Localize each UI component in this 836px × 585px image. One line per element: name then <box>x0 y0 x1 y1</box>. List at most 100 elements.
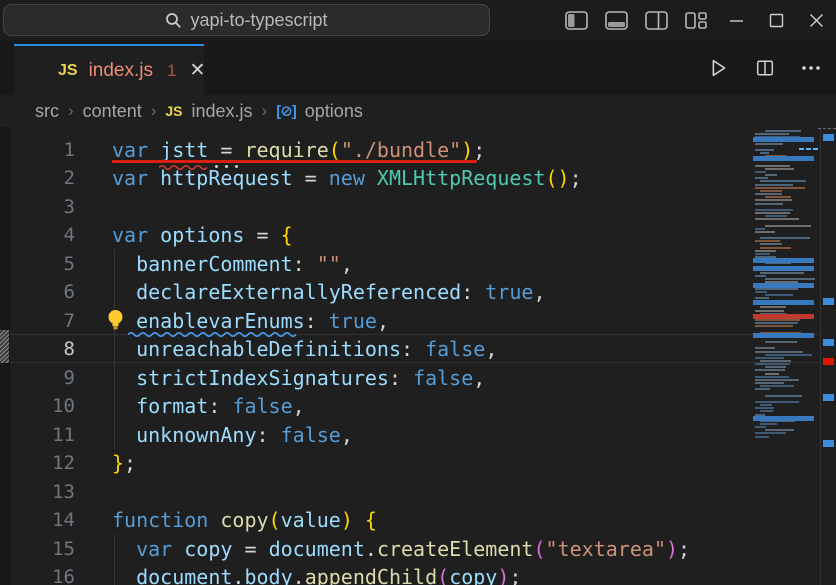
line-number[interactable]: 5 <box>0 249 75 278</box>
minimap-highlight-bar <box>753 333 814 338</box>
minimap-code-row <box>755 319 800 321</box>
toggle-primary-sidebar-icon[interactable] <box>556 0 596 41</box>
code-token: , <box>485 337 497 361</box>
line-number[interactable]: 14 <box>0 506 75 535</box>
code-token: ; <box>124 451 136 475</box>
line-number[interactable]: 7 <box>0 306 75 335</box>
code-token: bannerComment <box>136 252 293 276</box>
minimize-icon[interactable] <box>716 0 756 41</box>
minimap-code-row <box>765 196 791 198</box>
code-token: true <box>485 280 533 304</box>
more-actions-icon[interactable] <box>794 51 828 85</box>
javascript-file-icon: JS <box>165 103 182 119</box>
toggle-panel-icon[interactable] <box>596 0 636 41</box>
code-token <box>112 366 136 390</box>
minimap-code-row <box>765 168 794 170</box>
line-number[interactable]: 6 <box>0 278 75 307</box>
close-window-icon[interactable] <box>796 0 836 41</box>
chevron-right-icon: › <box>151 101 157 121</box>
tab-indexjs[interactable]: JS index.js 1 ✕ <box>14 44 204 95</box>
line-number[interactable]: 8 <box>0 335 75 364</box>
code-token <box>112 280 136 304</box>
minimap-code-row <box>765 373 779 375</box>
red-annotation-underline <box>112 160 477 163</box>
code-line[interactable]: unknownAny: false, <box>112 420 353 449</box>
code-token: { <box>281 223 293 247</box>
tab-problems-badge: 1 <box>167 61 176 81</box>
code-token: : <box>293 252 317 276</box>
minimap-code-row <box>755 133 789 135</box>
line-number[interactable]: 1 <box>0 135 75 164</box>
code-line[interactable]: format: false, <box>112 392 305 421</box>
toggle-secondary-sidebar-icon[interactable] <box>636 0 676 41</box>
code-line[interactable]: declareExternallyReferenced: true, <box>112 278 546 307</box>
command-center-text: yapi-to-typescript <box>190 10 327 31</box>
minimap-code-row <box>755 322 798 324</box>
command-center-search[interactable]: yapi-to-typescript <box>3 4 490 36</box>
code-token: appendChild <box>305 565 437 585</box>
minimap-code-row <box>760 306 786 308</box>
tab-close-icon[interactable]: ✕ <box>189 59 205 82</box>
breadcrumb-item-content[interactable]: content <box>83 101 142 122</box>
breadcrumb-item-indexjs[interactable]: index.js <box>192 101 253 122</box>
code-line[interactable]: var copy = document.createElement("texta… <box>112 534 690 563</box>
customize-layout-icon[interactable] <box>676 0 716 41</box>
overview-ruler-mark <box>823 298 834 305</box>
code-token: false <box>232 394 292 418</box>
code-token: ; <box>473 138 485 162</box>
line-number[interactable]: 11 <box>0 420 75 449</box>
minimap-code-row <box>755 357 784 359</box>
code-token: = <box>208 138 244 162</box>
breadcrumb-item-options[interactable]: options <box>305 101 363 122</box>
code-line[interactable]: }; <box>112 449 136 478</box>
line-number[interactable]: 3 <box>0 192 75 221</box>
code-token: copy <box>220 508 268 532</box>
search-icon <box>165 12 182 29</box>
minimap-code-row <box>755 388 770 390</box>
line-number[interactable]: 16 <box>0 563 75 585</box>
code-token: , <box>341 252 353 276</box>
line-number[interactable]: 13 <box>0 477 75 506</box>
minimap-code-row <box>755 369 785 371</box>
breadcrumb-item-src[interactable]: src <box>35 101 59 122</box>
minimap-highlight-bar <box>753 416 814 421</box>
code-token: : <box>401 337 425 361</box>
code-editor[interactable]: 12345678910111213141516 var jstt = requi… <box>0 127 836 585</box>
code-token: copy <box>449 565 497 585</box>
overview-ruler-mark <box>823 134 834 141</box>
line-number[interactable]: 9 <box>0 363 75 392</box>
lightbulb-icon[interactable] <box>105 309 126 331</box>
run-file-icon[interactable] <box>702 51 736 85</box>
minimap-code-row <box>755 379 799 381</box>
code-token: require <box>244 138 328 162</box>
minimap-code-row <box>755 376 789 378</box>
window-controls <box>556 0 836 41</box>
code-token: true <box>329 309 377 333</box>
code-token: body <box>244 565 292 585</box>
split-editor-icon[interactable] <box>748 51 782 85</box>
minimap-code-row <box>760 410 773 412</box>
code-line[interactable]: document.body.appendChild(copy); <box>112 563 521 585</box>
chevron-right-icon: › <box>68 101 74 121</box>
maximize-icon[interactable] <box>756 0 796 41</box>
code-token: = <box>244 223 280 247</box>
code-line[interactable]: var options = { <box>112 221 293 250</box>
minimap-code-row <box>755 291 767 293</box>
code-line[interactable]: function copy(value) { <box>112 506 377 535</box>
line-number[interactable]: 4 <box>0 221 75 250</box>
code-token: ) <box>666 537 678 561</box>
minimap-code-row <box>755 212 790 214</box>
code-line[interactable]: unreachableDefinitions: false, <box>112 335 497 364</box>
minimap-code-row <box>755 209 793 211</box>
minimap-code-row <box>765 225 811 227</box>
line-number[interactable]: 12 <box>0 449 75 478</box>
minimap-code-row <box>760 272 804 274</box>
line-number[interactable]: 10 <box>0 392 75 421</box>
code-line[interactable]: strictIndexSignatures: false, <box>112 363 485 392</box>
minimap-code-row <box>755 325 793 327</box>
line-number[interactable]: 2 <box>0 164 75 193</box>
minimap-slider-top-edge <box>818 128 836 129</box>
code-line[interactable]: bannerComment: "", <box>112 249 353 278</box>
line-number[interactable]: 15 <box>0 534 75 563</box>
code-token: strictIndexSignatures <box>136 366 389 390</box>
